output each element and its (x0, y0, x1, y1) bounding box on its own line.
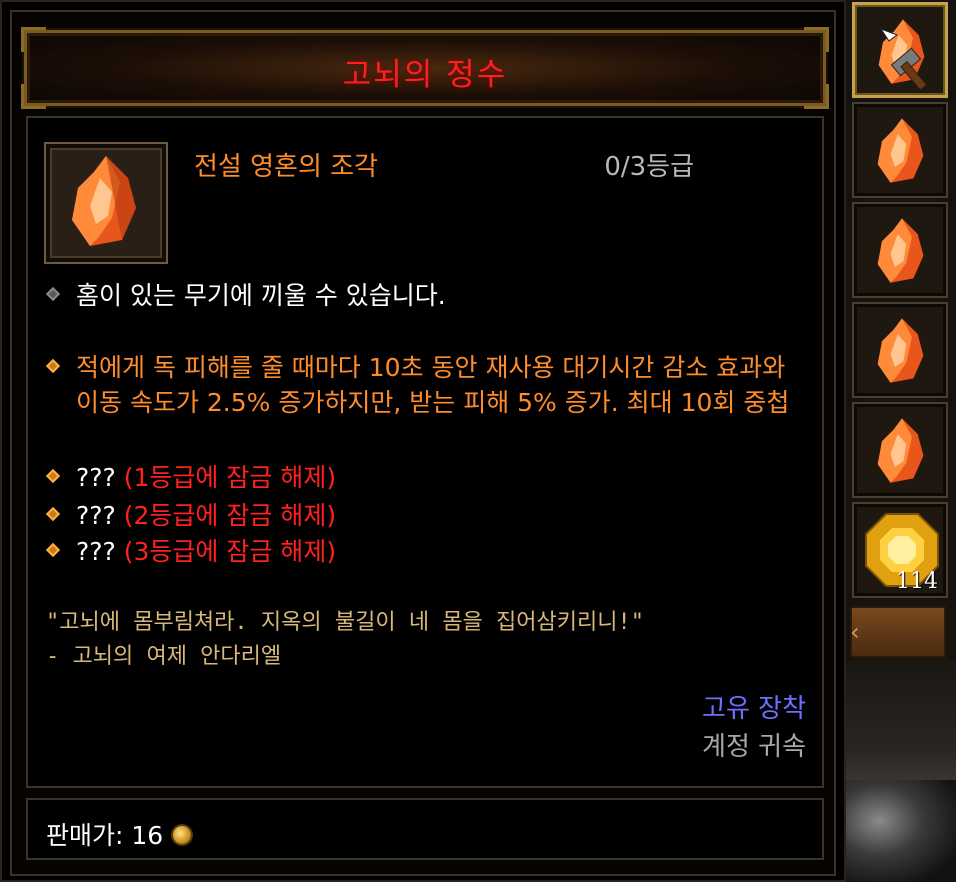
diamond-bullet-icon (45, 468, 61, 484)
inventory-slot-5[interactable] (852, 402, 948, 498)
stack-quantity: 114 (896, 569, 938, 594)
tooltip-title-bar: 고뇌의 정수 (21, 27, 829, 109)
diamond-bullet-icon (45, 358, 61, 374)
item-icon-frame (44, 142, 168, 264)
item-title: 고뇌의 정수 (342, 57, 508, 93)
sell-price-bar: 판매가: 16 (26, 798, 824, 860)
diamond-bullet-icon (45, 506, 61, 522)
item-rank: 0/3등급 (604, 152, 694, 182)
property-locked-rank-2: ??? (2등급에 잠금 해제) (45, 498, 808, 533)
unique-equipped-label: 고유 장착 (702, 694, 806, 724)
inventory-slot-4[interactable] (852, 302, 948, 398)
inventory-column: 114 ‹ (846, 0, 956, 882)
property-locked-rank-3: ??? (3등급에 잠금 해제) (45, 534, 808, 569)
property-socketable: 홈이 있는 무기에 끼울 수 있습니다. (45, 278, 808, 313)
legendary-gem-icon (877, 218, 924, 283)
legendary-gem-icon (877, 418, 924, 483)
item-gem-name: 전설 영혼의 조각 (194, 152, 378, 182)
account-bound-label: 계정 귀속 (702, 732, 806, 762)
sell-price: 판매가: 16 (46, 816, 192, 852)
legendary-gem-icon (72, 156, 136, 246)
flavor-quote: "고뇌에 몸부림쳐라. 지옥의 불길이 네 몸을 집어삼키리니!" (46, 610, 644, 635)
gold-coin-icon (173, 826, 192, 844)
inventory-slot-1[interactable] (852, 2, 948, 98)
diamond-bullet-icon (45, 542, 61, 558)
inventory-slot-6[interactable]: 114 (852, 502, 948, 598)
legendary-gem-icon (877, 318, 924, 383)
property-legendary-power: 적에게 독 피해를 줄 때마다 10초 동안 재사용 대기시간 감소 효과와 이… (45, 350, 808, 420)
hammer-cursor-icon (879, 27, 928, 89)
flavor-text: "고뇌에 몸부림쳐라. 지옥의 불길이 네 몸을 집어삼키리니!" - 고뇌의 … (46, 606, 816, 674)
property-locked-rank-1: ??? (1등급에 잠금 해제) (45, 460, 808, 495)
inventory-slot-3[interactable] (852, 202, 948, 298)
inventory-slot-2[interactable] (852, 102, 948, 198)
flavor-author: - 고뇌의 여제 안다리엘 (46, 644, 282, 669)
item-tooltip: 고뇌의 정수 전설 영혼의 조각 0/3등급 홈이 있는 무기에 끼울 수 있습… (0, 0, 846, 882)
legendary-gem-icon (877, 118, 924, 183)
decorative-stone-frame (846, 660, 956, 882)
inventory-tab-button[interactable]: ‹ (850, 606, 946, 658)
diamond-bullet-icon (45, 286, 61, 302)
arrow-left-icon: ‹ (850, 618, 860, 646)
